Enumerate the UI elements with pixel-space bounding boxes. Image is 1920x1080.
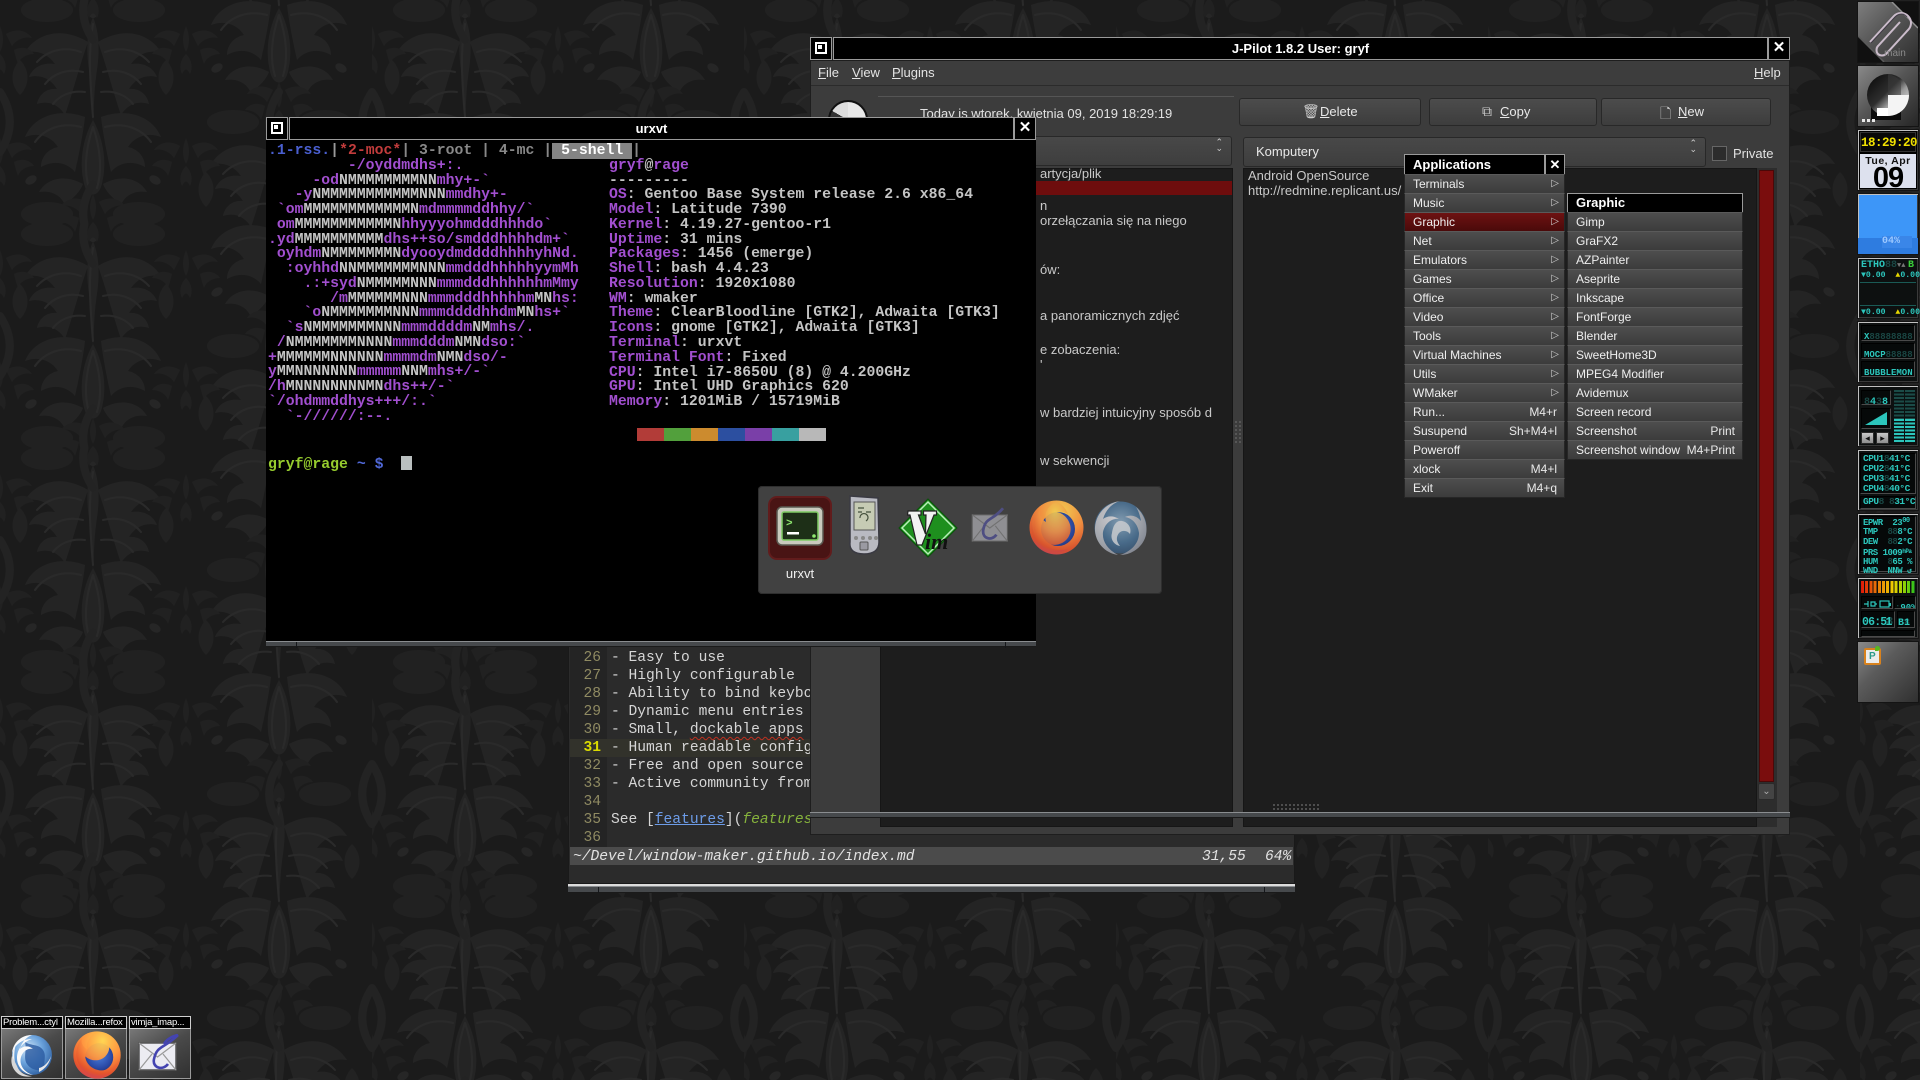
svg-text:im: im <box>925 529 948 554</box>
svg-text:main: main <box>1884 48 1906 59</box>
svg-text:>: > <box>786 518 793 530</box>
